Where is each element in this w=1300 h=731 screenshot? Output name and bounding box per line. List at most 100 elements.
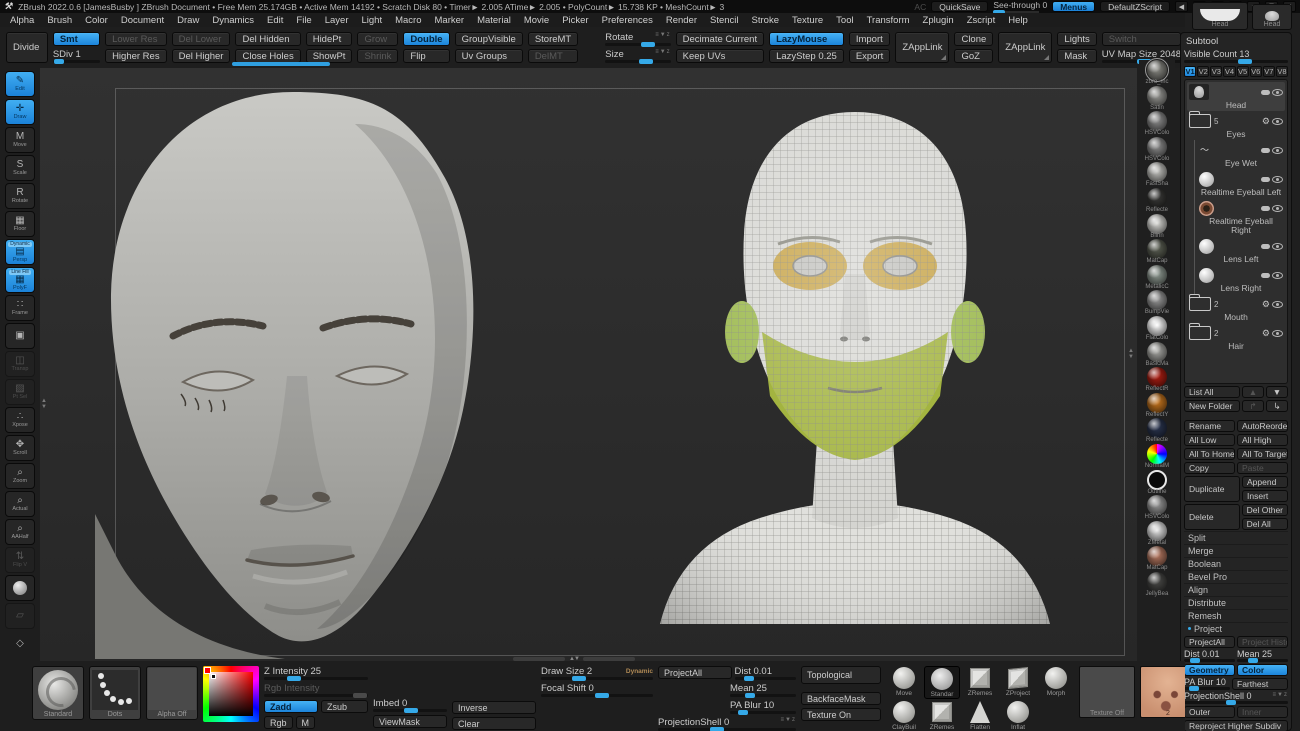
material-item[interactable]: BasicMa bbox=[1145, 342, 1168, 368]
projectall-button[interactable]: ProjectAll bbox=[1184, 636, 1235, 648]
menu-light[interactable]: Light bbox=[361, 15, 382, 26]
move-into-icon[interactable]: ↳ bbox=[1266, 400, 1288, 412]
layers-button[interactable]: ▱ bbox=[5, 603, 35, 629]
menu-picker[interactable]: Picker bbox=[562, 15, 588, 26]
autoreorder-button[interactable]: AutoReorder bbox=[1237, 420, 1288, 432]
sdiv-slider[interactable]: SDiv 1 bbox=[53, 49, 100, 63]
m-toggle[interactable]: M bbox=[296, 716, 316, 729]
material-item[interactable]: MetalicC bbox=[1145, 265, 1168, 291]
showpt-button[interactable]: ShowPt bbox=[306, 49, 353, 63]
menu-zscript[interactable]: Zscript bbox=[967, 15, 996, 26]
menu-material[interactable]: Material bbox=[477, 15, 511, 26]
document-canvas[interactable]: ▲▼ bbox=[40, 68, 1137, 661]
material-item[interactable]: FlatColo bbox=[1146, 316, 1168, 342]
subtool-header[interactable]: Subtool bbox=[1186, 36, 1288, 47]
menu-macro[interactable]: Macro bbox=[395, 15, 421, 26]
material-item[interactable]: MatCap bbox=[1146, 546, 1167, 572]
rgb-intensity-slider[interactable]: Rgb Intensity bbox=[264, 683, 368, 697]
copy-button[interactable]: Copy bbox=[1184, 462, 1235, 474]
project-history-button[interactable]: Project History bbox=[1237, 636, 1288, 648]
menu-zplugin[interactable]: Zplugin bbox=[923, 15, 954, 26]
projectionshell-slider[interactable]: ProjectionShell 0 ≡▼z bbox=[1184, 692, 1288, 704]
subtool-row-eyeball-left[interactable]: Realtime Eyeball Left bbox=[1187, 169, 1285, 198]
smt-toggle[interactable]: Smt bbox=[53, 32, 100, 46]
pa-blur-slider-bottom[interactable]: PA Blur 10 bbox=[730, 700, 796, 714]
move-out-icon[interactable]: ↱ bbox=[1242, 400, 1264, 412]
texture-on-button[interactable]: Texture On bbox=[801, 708, 881, 721]
higher-res-button[interactable]: Higher Res bbox=[105, 49, 167, 63]
quick-brush-zproject[interactable]: ZProject bbox=[1000, 666, 1036, 699]
subtool-row-lens-right[interactable]: Lens Right bbox=[1187, 265, 1285, 294]
doc-prev-icon[interactable]: ◀ bbox=[1175, 1, 1188, 12]
rotate-button[interactable]: RRotate bbox=[5, 183, 35, 209]
flipv-button[interactable]: ⇅Flip V bbox=[5, 547, 35, 573]
all-to-target-button[interactable]: All To Target bbox=[1237, 448, 1288, 460]
quick-brush-flatten[interactable]: Flatten bbox=[962, 700, 998, 731]
zapplink-button-2[interactable]: ZAppLink bbox=[998, 32, 1052, 63]
storemt-button[interactable]: StoreMT bbox=[528, 32, 578, 46]
lazymouse-toggle[interactable]: LazyMouse bbox=[769, 32, 844, 46]
all-to-home-button[interactable]: All To Home bbox=[1184, 448, 1235, 460]
paste-button[interactable]: Paste bbox=[1237, 462, 1288, 474]
menu-movie[interactable]: Movie bbox=[524, 15, 549, 26]
grow-button[interactable]: Grow bbox=[357, 32, 398, 46]
visibility-eye-icon[interactable] bbox=[1272, 176, 1283, 183]
transp-button[interactable]: ◫Transp bbox=[5, 351, 35, 377]
section-remesh[interactable]: Remesh bbox=[1184, 609, 1288, 621]
menu-transform[interactable]: Transform bbox=[867, 15, 910, 26]
subtool-row-head[interactable]: Head bbox=[1187, 82, 1285, 111]
menu-file[interactable]: File bbox=[296, 15, 311, 26]
menu-marker[interactable]: Marker bbox=[435, 15, 465, 26]
material-item[interactable]: ReflectR bbox=[1145, 367, 1168, 393]
farthest-button[interactable]: Farthest bbox=[1232, 678, 1288, 690]
close-holes-button[interactable]: Close Holes bbox=[235, 49, 300, 63]
new-folder-button[interactable]: New Folder bbox=[1184, 400, 1240, 412]
xpose-button[interactable]: ∴Xpose bbox=[5, 407, 35, 433]
subtool-folder-hair[interactable]: 2 ⚙ Hair bbox=[1187, 323, 1285, 352]
edit-button[interactable]: ✎Edit bbox=[5, 71, 35, 97]
menu-stroke[interactable]: Stroke bbox=[752, 15, 779, 26]
section-boolean[interactable]: Boolean bbox=[1184, 557, 1288, 569]
zapplink-button[interactable]: ZAppLink bbox=[895, 32, 949, 63]
gear-icon[interactable]: ⚙ bbox=[1262, 300, 1270, 309]
flip-button[interactable]: Flip bbox=[403, 49, 449, 63]
frame-button[interactable]: ∷Frame bbox=[5, 295, 35, 321]
subtool-row-lens-left[interactable]: Lens Left bbox=[1187, 236, 1285, 265]
menu-dynamics[interactable]: Dynamics bbox=[212, 15, 254, 26]
quick-brush-morph[interactable]: Morph bbox=[1038, 666, 1074, 699]
current-stroke-thumb[interactable]: Dots bbox=[89, 666, 141, 720]
lazystep-slider[interactable]: LazyStep 0.25 bbox=[769, 49, 844, 63]
material-item[interactable]: ReflectY bbox=[1146, 393, 1169, 419]
focal-shift-slider[interactable]: Focal Shift 0 bbox=[541, 683, 653, 697]
scroll-button[interactable]: ✥Scroll bbox=[5, 435, 35, 461]
material-item[interactable]: NormalM bbox=[1145, 444, 1169, 470]
insert-button[interactable]: Insert bbox=[1242, 490, 1288, 502]
slider-menu-icon[interactable]: ≡▼z bbox=[1273, 692, 1288, 698]
material-item[interactable]: Outline bbox=[1147, 470, 1167, 496]
menu-preferences[interactable]: Preferences bbox=[602, 15, 653, 26]
left-tray-divider[interactable]: ▲▼ bbox=[41, 398, 47, 410]
see-through-slider[interactable]: See-through 0 bbox=[993, 0, 1047, 13]
move-down-icon[interactable]: ▼ bbox=[1266, 386, 1288, 398]
del-other-button[interactable]: Del Other bbox=[1242, 504, 1288, 516]
material-item[interactable]: JellyBea bbox=[1146, 572, 1169, 598]
topological-button[interactable]: Topological bbox=[801, 666, 881, 684]
menus-toggle[interactable]: Menus bbox=[1052, 1, 1095, 12]
all-high-button[interactable]: All High bbox=[1237, 434, 1288, 446]
visibility-eye-icon[interactable] bbox=[1272, 330, 1283, 337]
menu-alpha[interactable]: Alpha bbox=[10, 15, 34, 26]
current-brush-thumb[interactable]: Standard bbox=[32, 666, 84, 720]
backfacemask-button[interactable]: BackfaceMask bbox=[801, 692, 881, 705]
subtool-folder-eyes[interactable]: 5 ⚙ Eyes bbox=[1187, 111, 1285, 140]
right-tray-divider[interactable]: ▲▼ bbox=[1128, 348, 1134, 360]
tab-v5[interactable]: V5 bbox=[1237, 66, 1249, 77]
outer-button[interactable]: Outer bbox=[1184, 706, 1235, 718]
dist-slider[interactable]: Dist 0.01 bbox=[1184, 650, 1235, 662]
rename-button[interactable]: Rename bbox=[1184, 420, 1235, 432]
shrink-button[interactable]: Shrink bbox=[357, 49, 398, 63]
switch-button[interactable]: Switch bbox=[1102, 32, 1181, 46]
z-intensity-slider[interactable]: Z Intensity 25 bbox=[264, 666, 368, 680]
groupvisible-button[interactable]: GroupVisible bbox=[455, 32, 523, 46]
polypaint-toggle-icon[interactable] bbox=[1261, 273, 1270, 278]
section-align[interactable]: Align bbox=[1184, 583, 1288, 595]
